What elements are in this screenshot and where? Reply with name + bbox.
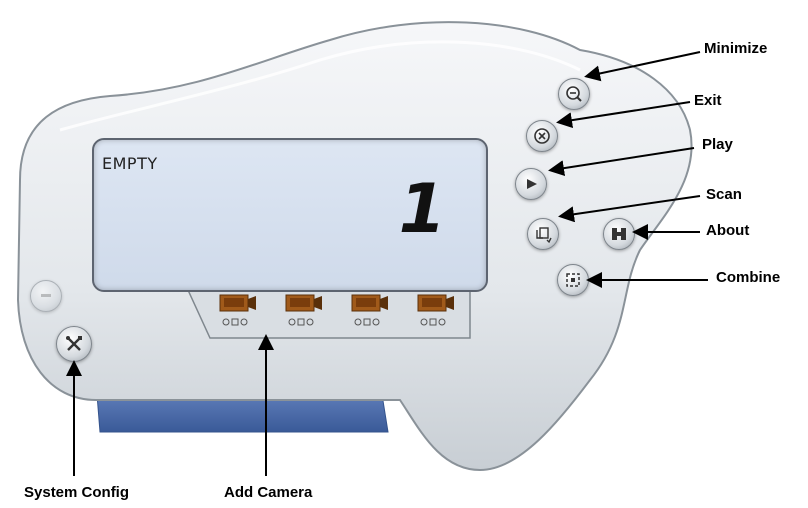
- minimize-label: Minimize: [704, 40, 768, 57]
- scan-label: Scan: [706, 186, 742, 203]
- minimize-arrow: [584, 51, 701, 82]
- exit-label: Exit: [694, 92, 722, 109]
- scan-arrow: [558, 195, 701, 223]
- annotation-arrows: [66, 51, 708, 476]
- play-arrow: [548, 147, 695, 177]
- play-label: Play: [702, 136, 733, 153]
- combine-label: Combine: [716, 269, 781, 286]
- add-camera-label: Add Camera: [224, 484, 313, 501]
- exit-arrow: [556, 101, 691, 129]
- about-label: About: [706, 222, 750, 239]
- system-config-label: System Config: [24, 484, 130, 501]
